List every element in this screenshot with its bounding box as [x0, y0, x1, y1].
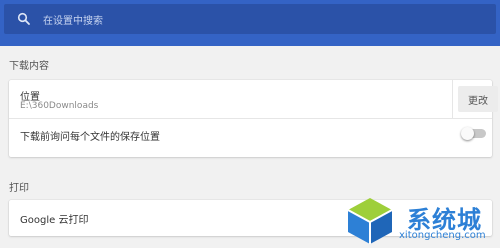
watermark-logo-icon	[347, 198, 393, 244]
change-location-button[interactable]: 更改	[458, 86, 498, 112]
ask-save-location-label: 下载前询问每个文件的保存位置	[20, 132, 160, 143]
search-icon	[17, 12, 30, 25]
location-path: E:\360Downloads	[20, 101, 99, 111]
row-divider	[9, 118, 492, 119]
toggle-knob	[461, 127, 474, 140]
search-box[interactable]: 在设置中搜索	[4, 4, 496, 34]
printing-section-heading: 打印	[9, 183, 29, 194]
ask-save-location-toggle[interactable]	[461, 127, 486, 140]
downloads-card: 位置 E:\360Downloads 更改 下载前询问每个文件的保存位置	[9, 80, 498, 157]
site-watermark: 系统城 xitongcheng.com	[345, 196, 500, 248]
button-separator	[452, 80, 453, 118]
search-input[interactable]: 在设置中搜索	[43, 12, 103, 27]
downloads-section-heading: 下载内容	[9, 61, 49, 72]
google-cloud-print-item[interactable]: Google 云打印	[20, 211, 88, 226]
settings-header: 在设置中搜索	[0, 0, 500, 46]
watermark-domain: xitongcheng.com	[399, 230, 486, 241]
